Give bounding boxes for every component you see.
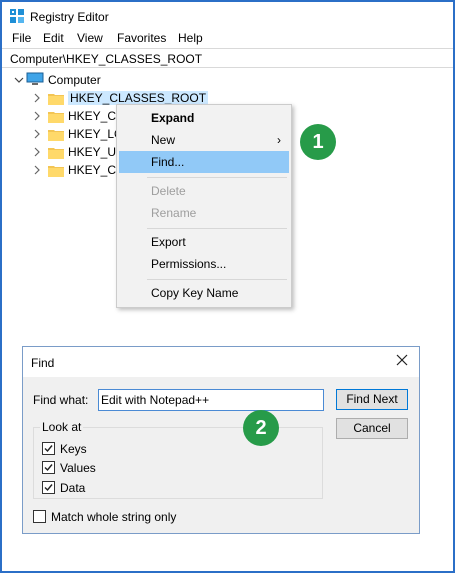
chevron-right-icon[interactable] bbox=[32, 165, 42, 175]
match-whole-checkbox[interactable] bbox=[33, 510, 46, 523]
data-label: Data bbox=[60, 481, 86, 495]
values-checkbox[interactable] bbox=[42, 461, 55, 474]
ctx-new-label: New bbox=[151, 133, 176, 147]
find-what-label: Find what: bbox=[33, 393, 89, 407]
address-path: Computer\HKEY_CLASSES_ROOT bbox=[10, 52, 203, 66]
find-next-button[interactable]: Find Next bbox=[336, 389, 408, 410]
tree-row-computer[interactable]: Computer bbox=[14, 71, 101, 89]
ctx-find[interactable]: Find... bbox=[119, 151, 289, 173]
keys-checkbox[interactable] bbox=[42, 442, 55, 455]
tree-label-computer: Computer bbox=[48, 73, 101, 87]
menu-separator bbox=[147, 279, 287, 280]
ctx-delete[interactable]: Delete bbox=[119, 180, 289, 202]
step-badge-2: 2 bbox=[243, 410, 279, 446]
folder-icon bbox=[48, 128, 64, 141]
ctx-new[interactable]: New › bbox=[119, 129, 289, 151]
window-title: Registry Editor bbox=[30, 10, 109, 24]
find-what-input[interactable] bbox=[98, 389, 324, 411]
menu-help[interactable]: Help bbox=[178, 31, 203, 45]
tree-label-hkey-classes-root: HKEY_CLASSES_ROOT bbox=[68, 91, 209, 105]
chevron-down-icon[interactable] bbox=[14, 75, 24, 85]
look-at-label: Look at bbox=[40, 420, 84, 434]
ctx-expand[interactable]: Expand bbox=[119, 107, 289, 129]
ctx-export[interactable]: Export bbox=[119, 231, 289, 253]
chevron-right-icon[interactable] bbox=[32, 129, 42, 139]
chevron-right-icon[interactable] bbox=[32, 93, 42, 103]
folder-icon bbox=[48, 164, 64, 177]
match-whole-label: Match whole string only bbox=[51, 510, 177, 524]
chevron-right-icon[interactable] bbox=[32, 147, 42, 157]
folder-icon bbox=[48, 92, 64, 105]
folder-icon bbox=[48, 146, 64, 159]
find-dialog: Find Find what: Find Next Cancel Look at… bbox=[22, 346, 420, 534]
menu-separator bbox=[147, 177, 287, 178]
menu-separator bbox=[147, 228, 287, 229]
ctx-permissions[interactable]: Permissions... bbox=[119, 253, 289, 275]
ctx-rename[interactable]: Rename bbox=[119, 202, 289, 224]
submenu-arrow-icon: › bbox=[277, 133, 281, 147]
menu-view[interactable]: View bbox=[77, 31, 103, 45]
chevron-right-icon[interactable] bbox=[32, 111, 42, 121]
computer-icon bbox=[26, 72, 44, 89]
registry-editor-icon bbox=[10, 9, 24, 26]
context-menu: Expand New › Find... Delete Rename Expor… bbox=[116, 104, 292, 308]
data-checkbox[interactable] bbox=[42, 481, 55, 494]
keys-label: Keys bbox=[60, 442, 87, 456]
close-icon[interactable] bbox=[395, 353, 409, 367]
find-dialog-title: Find bbox=[31, 356, 55, 370]
ctx-copy-key-name[interactable]: Copy Key Name bbox=[119, 282, 289, 304]
folder-icon bbox=[48, 110, 64, 123]
menu-favorites[interactable]: Favorites bbox=[117, 31, 166, 45]
menu-file[interactable]: File bbox=[12, 31, 31, 45]
title-bar: Registry Editor bbox=[2, 2, 453, 30]
find-title-bar: Find bbox=[23, 347, 419, 377]
step-badge-1: 1 bbox=[300, 124, 336, 160]
look-at-group: Look at Keys Values Data bbox=[33, 420, 323, 499]
cancel-button[interactable]: Cancel bbox=[336, 418, 408, 439]
menu-edit[interactable]: Edit bbox=[43, 31, 64, 45]
menu-bar: File Edit View Favorites Help bbox=[2, 28, 453, 48]
values-label: Values bbox=[60, 461, 96, 475]
address-bar[interactable]: Computer\HKEY_CLASSES_ROOT bbox=[2, 48, 453, 68]
